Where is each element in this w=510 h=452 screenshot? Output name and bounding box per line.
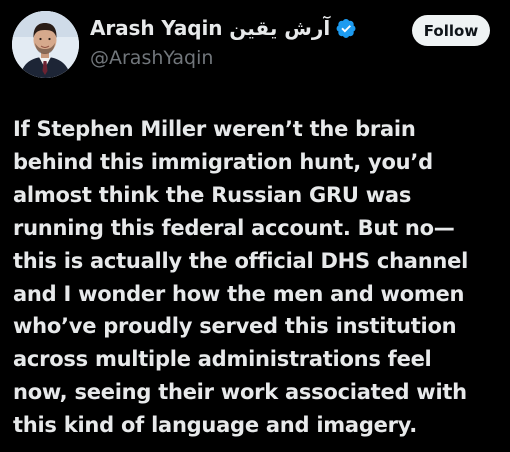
tweet-text-line: running this federal account. But no— bbox=[13, 215, 455, 240]
tweet-text: If Stephen Miller weren’t the brain behi… bbox=[13, 113, 501, 442]
avatar[interactable] bbox=[12, 11, 79, 78]
tweet-text-line: almost think the Russian GRU was bbox=[13, 182, 412, 207]
tweet-text-line: this kind of language and imagery. bbox=[13, 413, 417, 438]
tweet-text-line: this is actually the official DHS channe… bbox=[13, 248, 469, 273]
tweet-text-line: and I wonder how the men and women bbox=[13, 281, 465, 306]
author-display-name[interactable]: Arash Yaqin آرش یقین bbox=[90, 16, 330, 40]
tweet-text-line: now, seeing their work associated with bbox=[13, 380, 467, 405]
tweet-text-line: If Stephen Miller weren’t the brain bbox=[13, 117, 416, 141]
tweet-text-line: across multiple administrations feel bbox=[13, 347, 432, 372]
tweet-text-line: who’ve proudly served this institution bbox=[13, 314, 457, 339]
tweet-card: Arash Yaqin آرش یقین @ArashYaqin Follow … bbox=[0, 0, 510, 452]
tweet-text-line: behind this immigration hunt, you’d bbox=[13, 149, 433, 174]
follow-button[interactable]: Follow bbox=[412, 15, 490, 46]
verified-badge-icon bbox=[336, 18, 357, 39]
avatar-image bbox=[12, 11, 79, 78]
author-name-row[interactable]: Arash Yaqin آرش یقین bbox=[90, 16, 357, 40]
author-handle[interactable]: @ArashYaqin bbox=[90, 47, 213, 69]
